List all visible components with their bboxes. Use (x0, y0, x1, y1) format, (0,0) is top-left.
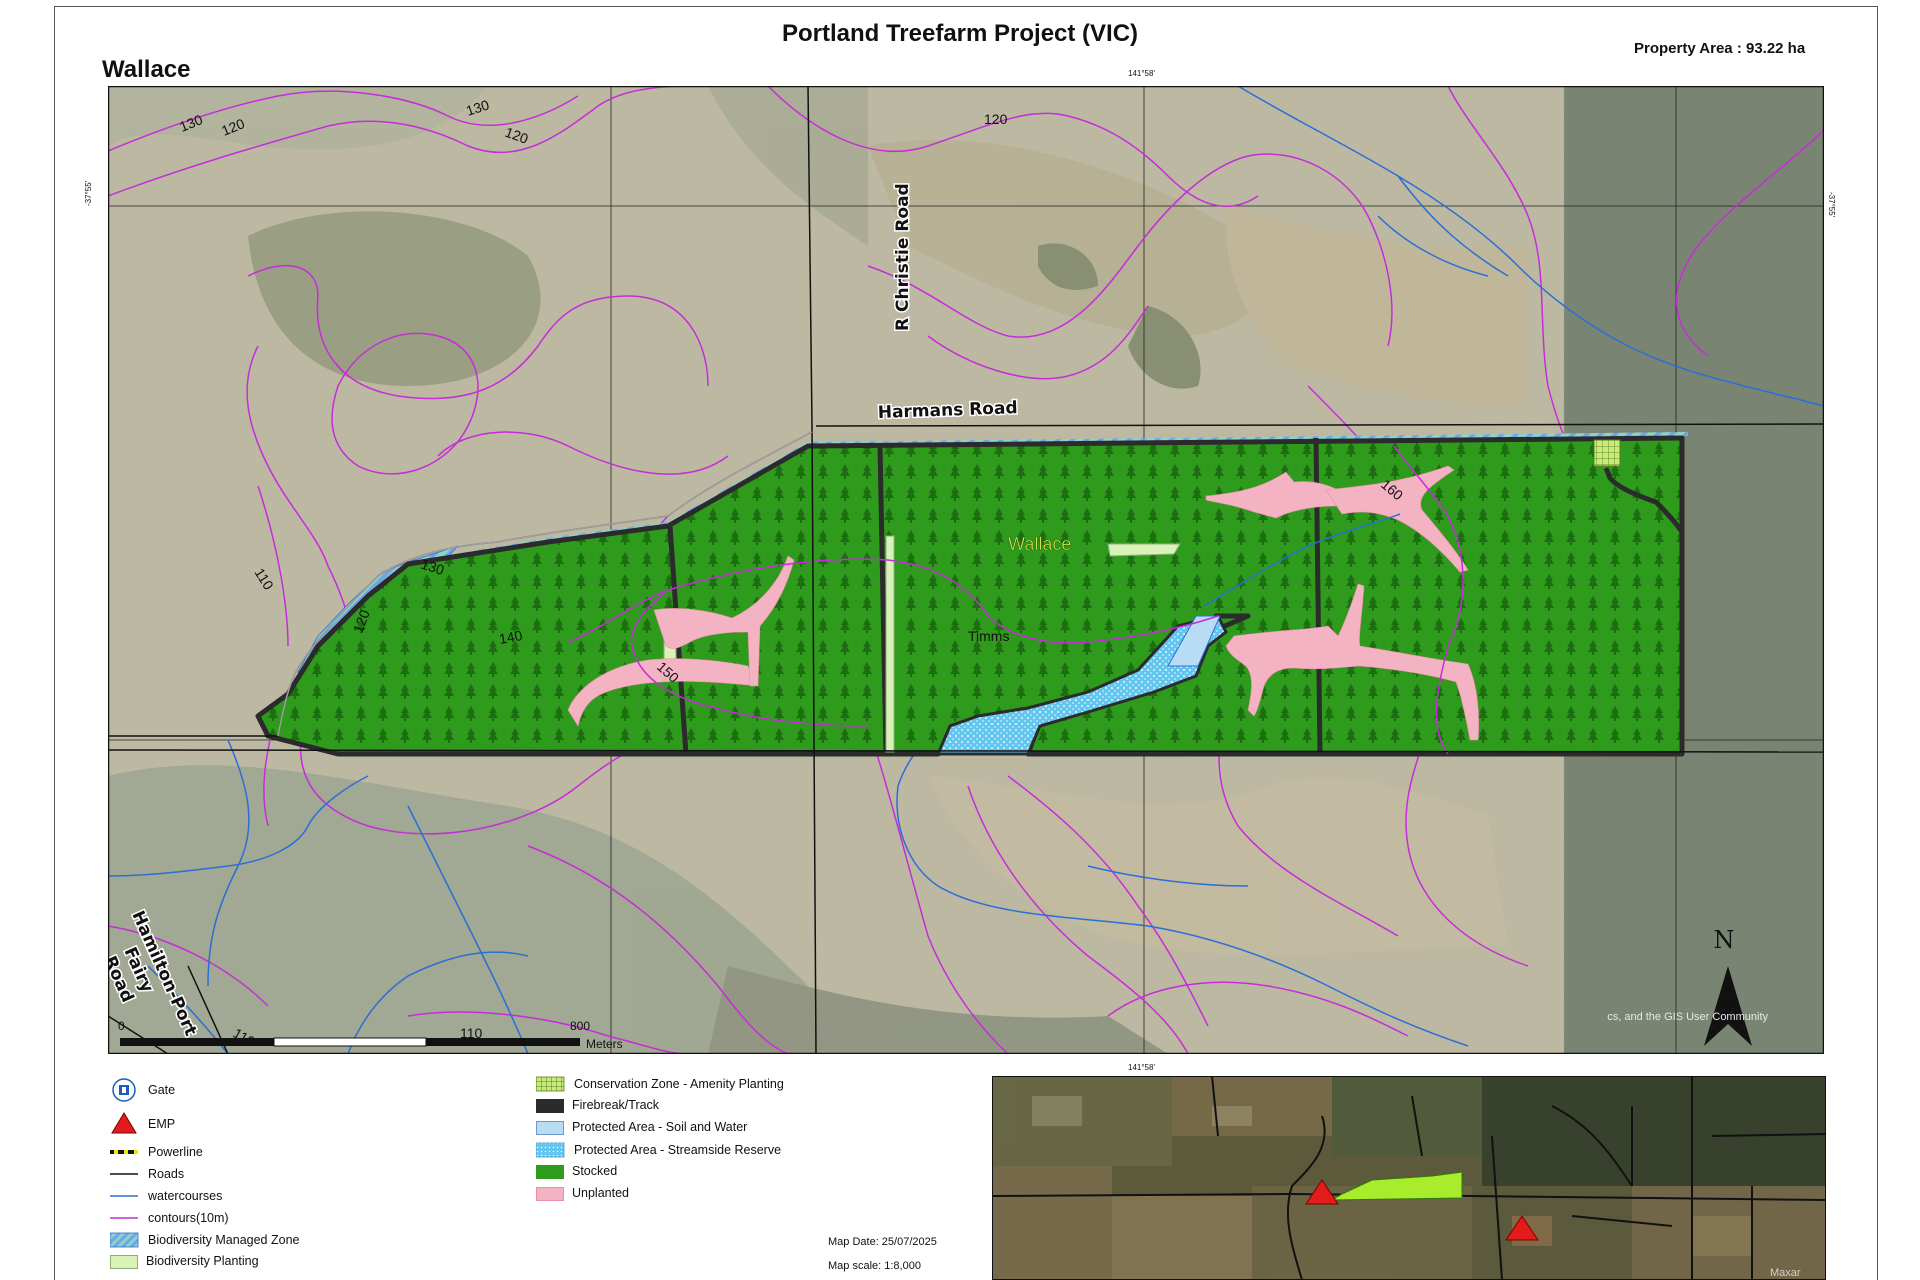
graticule-label-right: -37°55' (1827, 192, 1836, 218)
dark-swatch-icon (536, 1099, 564, 1113)
imagery-attribution: cs, and the GIS User Community (1607, 1011, 1768, 1023)
hatch-swatch-icon (110, 1232, 140, 1248)
legend-item-gate: Gate (110, 1078, 175, 1102)
legend-item-unplanted: Unplanted (536, 1186, 629, 1201)
biodiversity-planting-strip[interactable] (885, 535, 895, 753)
creek-label-timms: Timms (968, 628, 1009, 644)
map-title: Portland Treefarm Project (VIC) (781, 20, 1139, 47)
scale-end: 800 (570, 1019, 590, 1033)
legend-item-firebreak: Firebreak/Track (536, 1098, 659, 1113)
graticule-label-top: 141°58' (1128, 69, 1155, 78)
emp-triangle-icon (110, 1112, 140, 1134)
graticule-label-left: -37°55' (84, 180, 93, 206)
pink-swatch-icon (536, 1187, 564, 1201)
biodiversity-planting-block[interactable] (1107, 543, 1181, 557)
main-map[interactable]: 130 120 130 120 120 110 130 120 140 150 … (108, 86, 1824, 1054)
legend-item-watercourses: watercourses (110, 1188, 222, 1204)
watercourse-line-icon (110, 1188, 140, 1204)
legend-item-contours: contours(10m) (110, 1210, 229, 1226)
map-scale: Map scale: 1:8,000 (828, 1260, 921, 1272)
inset-watermark: Maxar (1770, 1267, 1801, 1279)
gate-icon (110, 1078, 140, 1102)
svg-text:N: N (1714, 926, 1735, 954)
powerline-icon (110, 1144, 140, 1160)
legend-item-conservation-zone: Conservation Zone - Amenity Planting (536, 1076, 784, 1092)
legend-item-emp: EMP (110, 1112, 175, 1134)
legend-item-protected-soil-water: Protected Area - Soil and Water (536, 1120, 747, 1135)
light-green-swatch-icon (110, 1255, 138, 1269)
legend-item-stocked: Stocked (536, 1164, 617, 1179)
road-label-christie: R Christie Road (893, 183, 913, 331)
contour-line-icon (110, 1210, 140, 1226)
scale-unit: Meters (586, 1037, 623, 1051)
scale-start: 0 (118, 1019, 125, 1033)
contour-label: 120 (984, 111, 1008, 127)
legend-item-biodiversity-planting: Biodiversity Planting (110, 1254, 259, 1269)
map-date: Map Date: 25/07/2025 (828, 1236, 937, 1248)
legend-item-streamside-reserve: Protected Area - Streamside Reserve (536, 1142, 781, 1158)
dotted-blue-swatch-icon (536, 1142, 566, 1158)
property-area: Property Area : 93.22 ha (1634, 40, 1806, 57)
grid-swatch-icon (536, 1076, 566, 1092)
light-blue-swatch-icon (536, 1121, 564, 1135)
legend-item-roads: Roads (110, 1166, 184, 1182)
block-label-wallace: Wallace (1008, 534, 1071, 554)
green-swatch-icon (536, 1165, 564, 1179)
inset-location-map[interactable]: Maxar (992, 1076, 1826, 1280)
graticule-label-bottom: 141°58' (1128, 1063, 1155, 1072)
map-subtitle: Wallace (102, 56, 191, 83)
legend-item-powerline: Powerline (110, 1144, 203, 1160)
conservation-zone[interactable] (1593, 439, 1621, 467)
legend-item-biodiversity-managed-zone: Biodiversity Managed Zone (110, 1232, 299, 1248)
road-line-icon (110, 1166, 140, 1182)
